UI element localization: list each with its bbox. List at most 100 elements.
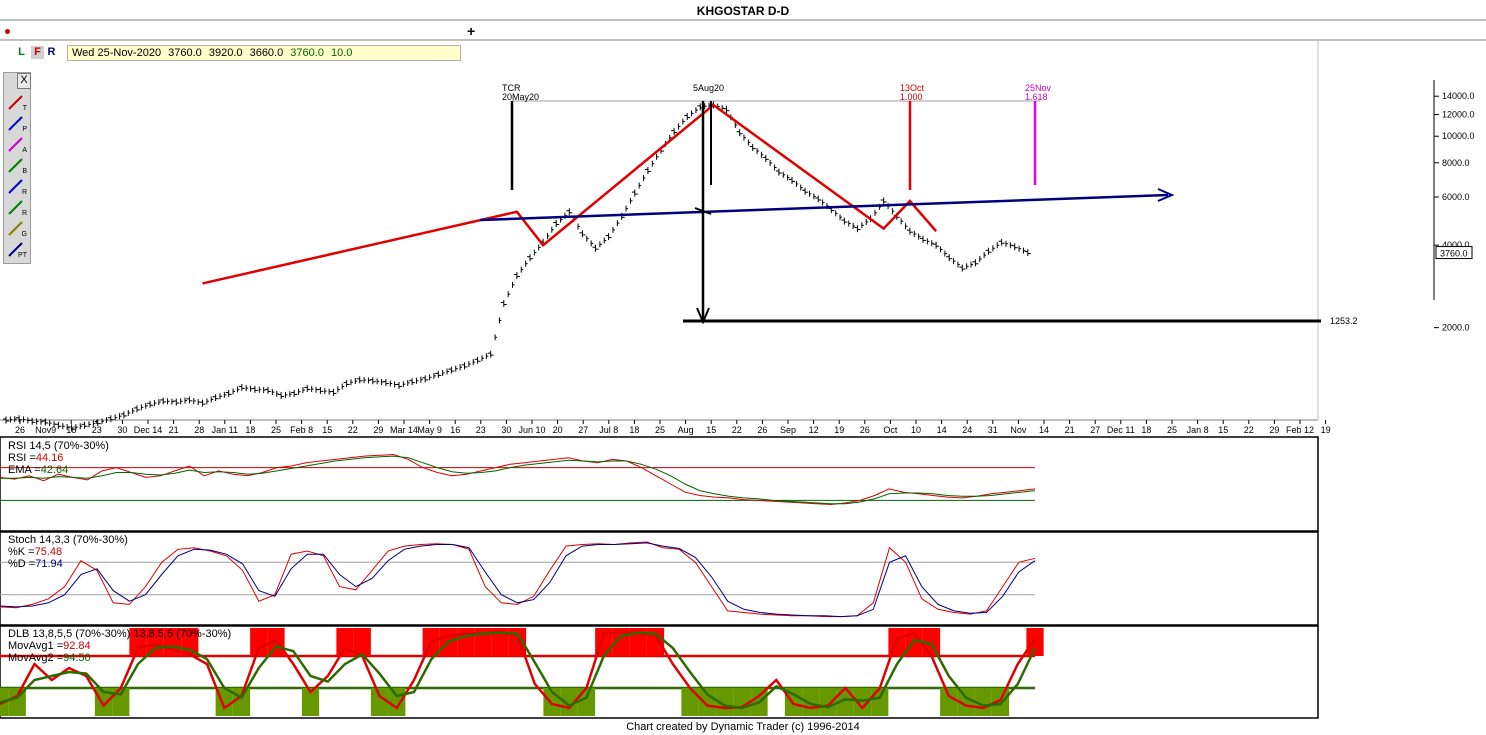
stoch-legend-2: %D =71.94 (8, 558, 63, 570)
x-tick-label: 12 (809, 425, 819, 435)
x-tick-label: 18 (245, 425, 255, 435)
dlb-panel-title: DLB 13,8,5,5 (70%-30%) 13,8,5,5 (70%-30%… (8, 628, 232, 640)
stoch-legend-1: %K =75.48 (8, 546, 63, 558)
x-tick-label: 10 (911, 425, 921, 435)
indicator-series-line (0, 541, 1036, 618)
parallel-tool-icon[interactable]: P (6, 114, 28, 133)
x-tick-label: 27 (578, 425, 588, 435)
x-tick-label: Oct (883, 425, 898, 435)
x-tick-label: 22 (348, 425, 358, 435)
y-tick-label: 10000.0 (1442, 131, 1475, 141)
top-toolbar: L F R Wed 25-Nov-2020 3760.0 3920.0 3660… (0, 22, 1486, 61)
dlb-legend-1: MovAvg1 =92.84 (8, 640, 91, 652)
x-tick-label: 15 (1218, 425, 1228, 435)
x-tick-label: 21 (169, 425, 179, 435)
x-tick-label: Feb 12 (1286, 425, 1314, 435)
time-marker-sublabel: 20May20 (502, 92, 539, 102)
quote-volume: 10.0 (331, 47, 353, 59)
oversold-zone (698, 688, 716, 716)
x-tick-label: Jan 11 (212, 425, 238, 435)
overbought-zone (1026, 628, 1044, 656)
ratio-button[interactable]: R (45, 46, 58, 59)
x-tick-label: Dec 11 (1107, 425, 1135, 435)
x-tick-label: 21 (1065, 425, 1075, 435)
stoch-panel-title: Stoch 14,3,3 (70%-30%) (8, 534, 128, 546)
x-tick-label: 25 (1167, 425, 1177, 435)
rsi-panel-title: RSI 14,5 (70%-30%) (8, 440, 109, 452)
x-tick-label: 25 (271, 425, 281, 435)
x-tick-label: 22 (732, 425, 742, 435)
x-tick-label: 29 (1269, 425, 1279, 435)
x-tick-label: Nov9 (35, 425, 56, 435)
oversold-zone (370, 688, 389, 716)
x-tick-label: 30 (501, 425, 511, 435)
x-tick-label: 28 (194, 425, 204, 435)
x-tick-label: 24 (962, 425, 972, 435)
oversold-zone (681, 688, 699, 716)
line-chart-button[interactable]: L (15, 46, 28, 59)
quote-high: 3920.0 (208, 47, 243, 59)
quote-close: 3760.0 (290, 47, 324, 59)
x-tick-label: 15 (706, 425, 716, 435)
x-tick-label: 30 (117, 425, 127, 435)
quote-open: 3760.0 (168, 47, 202, 59)
x-tick-label: 27 (1090, 425, 1100, 435)
y-tick-label: 6000.0 (1442, 192, 1470, 202)
x-tick-label: Nov (1010, 425, 1027, 435)
status-dot-icon (5, 29, 10, 34)
gann-tool-icon[interactable]: G (6, 219, 28, 238)
x-tick-label: Dec 14 (134, 425, 163, 435)
x-tick-label: 31 (988, 425, 998, 435)
indicator-panel-frame (0, 436, 1319, 532)
x-tick-label: 23 (476, 425, 486, 435)
last-price-label: 3760.0 (1440, 249, 1468, 259)
oversold-zone (819, 688, 837, 716)
x-tick-label: 22 (1244, 425, 1254, 435)
x-tick-label: Sep (780, 425, 796, 435)
x-tick-label: 16 (450, 425, 460, 435)
y-tick-label: 12000.0 (1442, 110, 1475, 120)
quote-date: Wed 25-Nov-2020 (72, 47, 162, 59)
retracement-tool-icon[interactable]: R (6, 177, 28, 196)
fib-button[interactable]: F (31, 46, 44, 59)
oversold-zone (577, 688, 596, 716)
x-tick-label: 26 (15, 425, 25, 435)
x-tick-label: 18 (1141, 425, 1151, 435)
quote-low: 3660.0 (249, 47, 284, 59)
x-tick-label: 23 (92, 425, 102, 435)
oversold-zone (388, 688, 406, 716)
x-tick-label: Jul 8 (599, 425, 618, 435)
chart-canvas: 14000.012000.010000.08000.06000.04000.02… (0, 19, 1486, 719)
zigzag-line (202, 103, 938, 285)
close-palette-button[interactable]: X (17, 73, 31, 89)
y-tick-label: 8000.0 (1442, 158, 1470, 168)
y-tick-label: 2000.0 (1442, 323, 1470, 333)
x-tick-label: Jan 8 (1187, 425, 1209, 435)
x-tick-label: 19 (1321, 425, 1331, 435)
time-marker-sublabel: 1.000 (900, 92, 923, 102)
x-tick-label: 16 (66, 425, 76, 435)
x-tick-label: 14 (1039, 425, 1049, 435)
rsi-legend-2: EMA =42.64 (8, 464, 69, 476)
dlb-legend-2: MovAvg2 =94.50 (8, 652, 91, 664)
x-tick-label: 19 (834, 425, 844, 435)
x-tick-label: 20 (553, 425, 563, 435)
neckline (479, 193, 1169, 222)
r-fan-tool-icon[interactable]: R (6, 198, 28, 217)
oversold-zone (871, 688, 889, 716)
x-tick-label: Mar 14 (390, 425, 418, 435)
alternate-tool-icon[interactable]: A (6, 135, 28, 154)
oversold-zone (940, 688, 958, 716)
quote-bar: Wed 25-Nov-2020 3760.0 3920.0 3660.0 376… (67, 45, 461, 61)
x-tick-label: Feb 8 (290, 425, 313, 435)
x-tick-label: 26 (860, 425, 870, 435)
x-tick-label: 25 (655, 425, 665, 435)
pt-tool-icon[interactable]: PT (6, 240, 28, 259)
b-tool-icon[interactable]: B (6, 156, 28, 175)
crosshair-plus-icon[interactable]: + (467, 23, 475, 39)
x-tick-label: 18 (629, 425, 639, 435)
trendline-tool-icon[interactable]: T (6, 93, 28, 112)
x-tick-label: 26 (757, 425, 767, 435)
rsi-legend-1: RSI =44.16 (8, 452, 64, 464)
x-tick-label: Jun 10 (518, 425, 545, 435)
